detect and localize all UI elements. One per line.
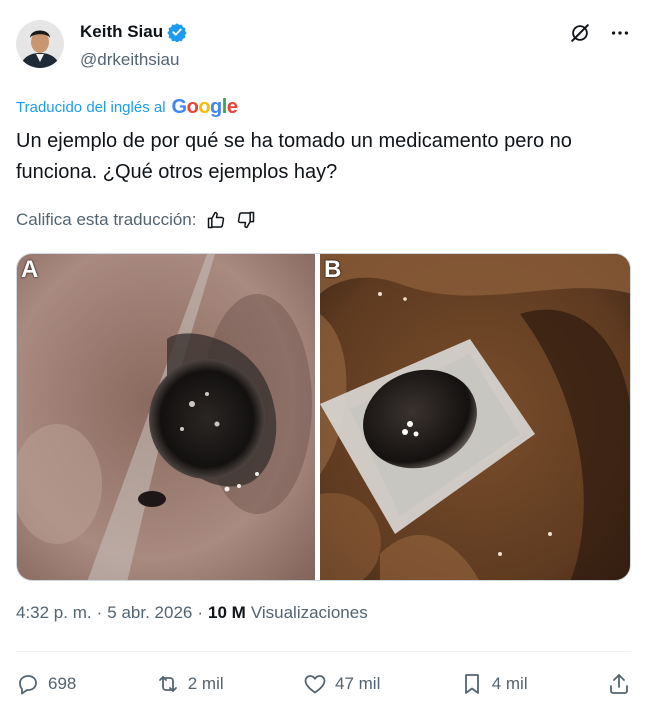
rating-label: Califica esta traducción: (16, 210, 197, 229)
tweet-text: Un ejemplo de por qué se ha tomado un me… (16, 130, 572, 183)
like-count: 47 mil (335, 674, 381, 693)
meta-separator: · (197, 603, 204, 622)
like-button[interactable]: 47 mil (303, 672, 380, 696)
tweet-metadata: 4:32 p. m. · 5 abr. 2026 · 10 M Visualiz… (16, 603, 368, 623)
avatar[interactable] (16, 20, 64, 68)
thumbs-down-icon[interactable] (236, 210, 256, 230)
tweet-time[interactable]: 4:32 p. m. (16, 603, 92, 623)
reply-button[interactable]: 698 (16, 672, 76, 696)
panel-label-b: B (324, 256, 342, 283)
panel-label-a: A (21, 256, 39, 283)
tweet-actions: 698 2 mil 47 mil 4 mil (16, 668, 631, 700)
meta-separator: · (96, 603, 103, 622)
bookmark-icon (464, 674, 479, 694)
author-name[interactable]: Keith Siau (80, 22, 163, 42)
repost-icon (158, 676, 177, 692)
translation-rating: Califica esta traducción: (16, 210, 256, 230)
views-count[interactable]: 10 M (208, 603, 246, 623)
repost-button[interactable]: 2 mil (156, 672, 224, 696)
grok-icon[interactable] (569, 22, 591, 44)
more-options-icon[interactable] (609, 22, 631, 44)
tweet-date[interactable]: 5 abr. 2026 (107, 603, 192, 623)
verified-badge-icon (167, 22, 187, 43)
share-icon (610, 674, 628, 694)
translation-notice[interactable]: Traducido del inglés al Google (16, 96, 238, 119)
reply-count: 698 (48, 674, 77, 693)
reply-icon (19, 675, 37, 695)
repost-count: 2 mil (187, 674, 224, 693)
translation-label: Traducido del inglés al (16, 99, 166, 116)
endoscopy-image-b[interactable]: B (320, 254, 630, 580)
divider-line (16, 651, 631, 652)
tweet-header: Keith Siau @drkeithsiau (16, 18, 631, 74)
thumbs-up-icon[interactable] (206, 210, 226, 230)
google-logo: Google (171, 96, 238, 118)
bookmark-count: 4 mil (491, 674, 528, 693)
share-button[interactable] (607, 672, 631, 696)
heart-icon (304, 675, 326, 694)
tweet-media[interactable]: A B (16, 253, 631, 581)
endoscopy-image-a[interactable]: A (17, 254, 315, 580)
views-label[interactable]: Visualizaciones (251, 603, 368, 623)
author-handle[interactable]: @drkeithsiau (80, 50, 179, 70)
bookmark-button[interactable]: 4 mil (460, 672, 528, 696)
